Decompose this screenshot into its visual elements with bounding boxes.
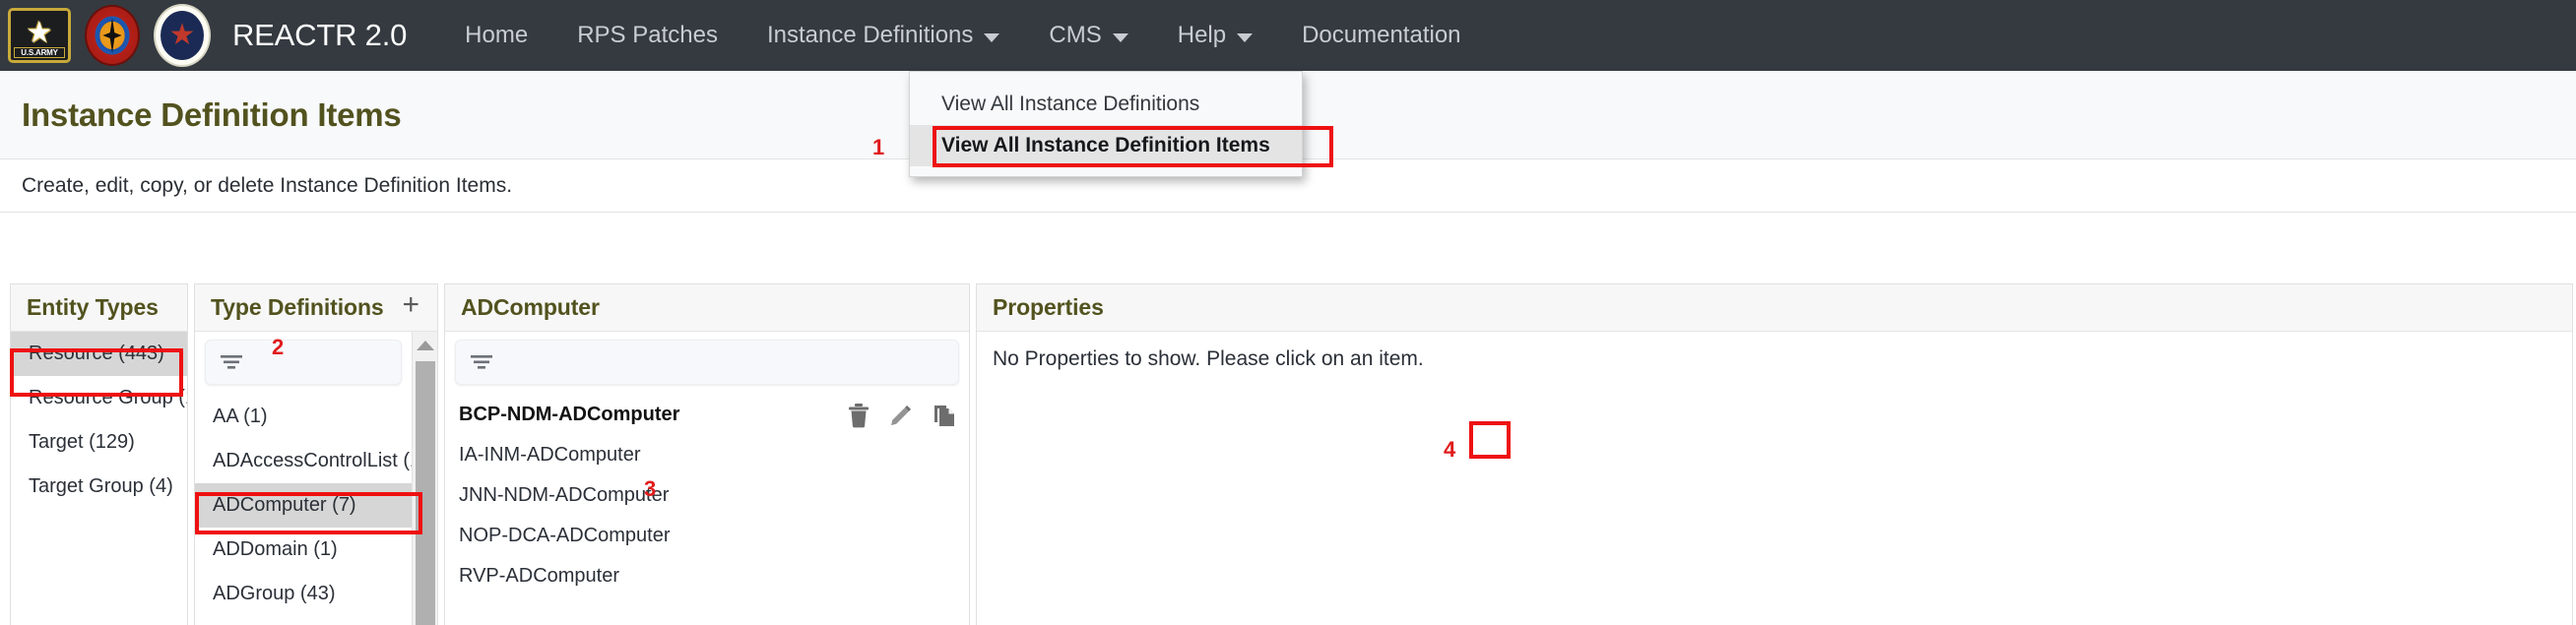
instance-item-label: RVP-ADComputer (459, 565, 620, 587)
annotation-marker-3: 3 (644, 476, 657, 501)
nav-link-cms-label: CMS (1049, 22, 1102, 48)
type-definitions-filter-input[interactable] (205, 340, 402, 385)
army-star-glyph: ★ (26, 17, 53, 49)
entity-types-list: Resource (443) Resource Group (18) Targe… (11, 332, 187, 509)
command-seal-logo (154, 4, 211, 67)
instance-items-header: ADComputer (445, 284, 969, 332)
type-definitions-list: AA (1) ADAccessControlList (1) ADCompute… (195, 395, 427, 616)
scroll-up-arrow-icon[interactable] (416, 341, 434, 350)
nav-link-documentation-label: Documentation (1302, 22, 1461, 48)
chevron-down-icon (1237, 32, 1254, 42)
delete-icon[interactable] (847, 403, 870, 428)
filter-icon (471, 355, 492, 369)
type-definitions-filter-wrap (195, 332, 412, 395)
properties-header: Properties (977, 284, 2572, 332)
instance-item-row-rvp-adcomputer[interactable]: RVP-ADComputer (445, 556, 969, 596)
instance-item-label: JNN-NDM-ADComputer (459, 484, 670, 506)
nav-link-home-label: Home (465, 22, 529, 48)
unit-patch-logo (85, 5, 140, 66)
type-definitions-panel: Type Definitions + AA (1) ADAccessContro… (194, 283, 438, 625)
type-definition-item-addomain[interactable]: ADDomain (1) (195, 528, 412, 572)
type-definition-item-adcomputer[interactable]: ADComputer (7) (195, 483, 412, 528)
app-brand-title[interactable]: REACTR 2.0 (232, 18, 407, 53)
instance-item-label: NOP-DCA-ADComputer (459, 525, 671, 546)
instance-items-body: BCP-NDM-ADComputer IA-INM-ADComputer JNN… (445, 332, 969, 625)
nav-link-rps-patches-label: RPS Patches (577, 22, 718, 48)
entity-types-title: Entity Types (27, 294, 159, 320)
type-definitions-header: Type Definitions + (195, 284, 437, 332)
entity-types-panel: Entity Types Resource (443) Resource Gro… (10, 283, 188, 625)
chevron-down-icon (1112, 32, 1128, 42)
top-navbar: ★ U.S.ARMY REACTR 2.0 Home RPS Patches I… (0, 0, 2576, 71)
menu-item-view-all-instance-definition-items[interactable]: View All Instance Definition Items (910, 125, 1302, 166)
nav-links: Home RPS Patches Instance Definitions CM… (440, 0, 1485, 71)
instance-item-row-jnn-ndm-adcomputer[interactable]: JNN-NDM-ADComputer (445, 475, 969, 516)
type-definition-item-aa[interactable]: AA (1) (195, 395, 412, 439)
properties-title: Properties (993, 294, 1104, 320)
nav-link-documentation[interactable]: Documentation (1277, 0, 1485, 71)
nav-link-help-label: Help (1177, 22, 1227, 48)
copy-icon[interactable] (932, 403, 957, 428)
entity-type-item-target-group[interactable]: Target Group (4) (11, 465, 187, 509)
annotation-marker-4: 4 (1444, 437, 1456, 462)
edit-icon[interactable] (888, 403, 914, 428)
annotation-marker-2: 2 (272, 335, 285, 359)
entity-types-header: Entity Types (11, 284, 187, 332)
entity-types-body: Resource (443) Resource Group (18) Targe… (11, 332, 187, 625)
nav-link-home[interactable]: Home (440, 0, 552, 71)
entity-type-item-target[interactable]: Target (129) (11, 420, 187, 465)
nav-link-instance-definitions-label: Instance Definitions (766, 22, 974, 48)
command-seal-inner (161, 11, 204, 60)
nav-link-rps-patches[interactable]: RPS Patches (552, 0, 742, 71)
type-definitions-content: AA (1) ADAccessControlList (1) ADCompute… (195, 332, 437, 616)
properties-empty-message: No Properties to show. Please click on a… (993, 347, 1424, 370)
panels-row: Entity Types Resource (443) Resource Gro… (10, 283, 2573, 625)
type-definition-item-adaccesscontrollist[interactable]: ADAccessControlList (1) (195, 439, 427, 483)
nav-link-cms[interactable]: CMS (1024, 0, 1152, 71)
instance-definitions-dropdown-menu: View All Instance Definitions View All I… (909, 71, 1303, 177)
us-army-star-logo: ★ U.S.ARMY (8, 8, 71, 63)
instance-items-filter-wrap (445, 332, 969, 395)
page-subtitle: Create, edit, copy, or delete Instance D… (22, 173, 513, 197)
instance-item-label: BCP-NDM-ADComputer (459, 404, 680, 425)
properties-body: No Properties to show. Please click on a… (977, 332, 2572, 625)
type-definitions-title: Type Definitions (211, 294, 384, 320)
scrollbar-thumb[interactable] (416, 361, 435, 625)
add-type-definition-button[interactable]: + (400, 289, 421, 326)
row-action-group (847, 403, 957, 428)
annotation-marker-1: 1 (872, 135, 885, 159)
page-title: Instance Definition Items (22, 95, 402, 133)
instance-items-filter-input[interactable] (455, 340, 959, 385)
nav-link-instance-definitions[interactable]: Instance Definitions (742, 0, 1024, 71)
type-definitions-body: AA (1) ADAccessControlList (1) ADCompute… (195, 332, 437, 625)
nav-link-help[interactable]: Help (1153, 0, 1277, 71)
filter-icon (221, 355, 242, 369)
instance-item-label: IA-INM-ADComputer (459, 444, 641, 466)
instance-items-panel: ADComputer BCP-NDM-ADComputer IA-INM-ADC… (444, 283, 970, 625)
instance-item-row-ia-inm-adcomputer[interactable]: IA-INM-ADComputer (445, 435, 969, 475)
instance-items-title: ADComputer (461, 294, 600, 320)
entity-type-item-resource-group[interactable]: Resource Group (18) (11, 376, 187, 420)
logo-group: ★ U.S.ARMY (8, 4, 211, 67)
chevron-down-icon (984, 32, 1000, 42)
properties-panel: Properties No Properties to show. Please… (976, 283, 2573, 625)
instance-item-row-nop-dca-adcomputer[interactable]: NOP-DCA-ADComputer (445, 516, 969, 556)
type-definitions-scrollbar[interactable] (412, 332, 437, 625)
menu-item-view-all-instance-definitions[interactable]: View All Instance Definitions (910, 84, 1302, 125)
instance-item-row-bcp-ndm-adcomputer[interactable]: BCP-NDM-ADComputer (445, 395, 969, 435)
us-army-logo-text: U.S.ARMY (14, 47, 65, 58)
entity-type-item-resource[interactable]: Resource (443) (11, 332, 187, 376)
type-definition-item-adgroup[interactable]: ADGroup (43) (195, 572, 412, 616)
